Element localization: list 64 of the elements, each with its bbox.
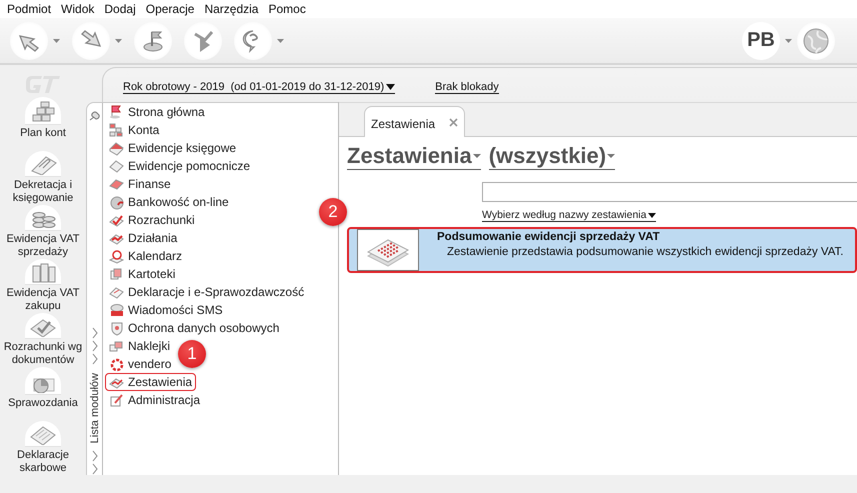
toolbar-button[interactable] xyxy=(184,22,222,60)
checkmark-icon xyxy=(109,212,124,228)
user-button[interactable]: PB xyxy=(742,22,780,60)
shortcut-label[interactable]: Dekretacja i księgowanie xyxy=(1,179,85,205)
caret-icon xyxy=(648,212,656,218)
report-description: Zestawienie przedstawia podsumowanie wszystkich ewidencji sprzedaży VAT. xyxy=(446,246,844,258)
caret-icon xyxy=(386,84,396,90)
edit-icon xyxy=(109,392,124,408)
shortcut-label[interactable]: Deklaracje skarbowe xyxy=(1,449,85,475)
module-item[interactable]: Kalendarz xyxy=(105,247,186,265)
book-icon xyxy=(109,158,124,174)
report-title: Podsumowanie ewidencji sprzedaży VAT xyxy=(437,231,661,243)
module-item[interactable]: Finanse xyxy=(105,175,175,193)
toolbar-button[interactable] xyxy=(234,22,272,60)
module-item[interactable]: Rozrachunki xyxy=(105,211,199,229)
toolbar-button[interactable] xyxy=(134,22,172,60)
module-item[interactable]: Strona główna xyxy=(105,103,209,121)
search-field[interactable] xyxy=(482,182,857,202)
globe-button[interactable] xyxy=(797,22,835,60)
book-icon xyxy=(109,140,124,156)
panel-title: Lista modułów xyxy=(88,373,100,444)
dropdown-heading[interactable]: Zestawienia xyxy=(347,143,481,170)
module-item[interactable]: Ewidencje pomocnicze xyxy=(105,157,254,175)
module-item[interactable]: Wiadomości SMS xyxy=(105,301,227,319)
module-item[interactable]: Zestawienia xyxy=(105,373,196,391)
flag-icon xyxy=(109,104,124,120)
module-item[interactable]: Konta xyxy=(105,121,164,139)
document-icon xyxy=(109,284,124,300)
shortcut-label[interactable]: Sprawozdania xyxy=(1,397,85,410)
shortcut-label[interactable]: Ewidencja VAT sprzedaży xyxy=(1,233,85,259)
module-item[interactable]: Ochrona danych osobowych xyxy=(105,319,284,337)
module-item[interactable]: Działania xyxy=(105,229,182,247)
card-icon xyxy=(109,176,124,192)
sort-link[interactable]: Wybierz według nazwy zestawienia xyxy=(482,209,656,222)
gear-icon xyxy=(109,356,124,372)
dropdown-heading[interactable]: (wszystkie) xyxy=(488,143,616,170)
labels-icon xyxy=(109,338,124,354)
shortcut-label[interactable]: Ewidencja VAT zakupu xyxy=(1,287,85,313)
caret-icon xyxy=(472,154,481,158)
module-item[interactable]: Naklejki xyxy=(105,337,174,355)
menu-item[interactable]: Widok xyxy=(56,2,100,16)
toolbar-button[interactable] xyxy=(10,22,48,60)
menu-item[interactable]: Narzędzia xyxy=(199,2,264,16)
module-item[interactable]: Administracja xyxy=(105,391,204,409)
module-item[interactable]: Deklaracje i e-Sprawozdawczość xyxy=(105,283,308,301)
module-item[interactable]: Bankowość on-line xyxy=(105,193,233,211)
module-item[interactable]: Kartoteki xyxy=(105,265,180,283)
menu-item[interactable]: Pomoc xyxy=(263,2,311,16)
report-row[interactable]: Podsumowanie ewidencji sprzedaży VAT Zestawienie przedstawia podsumowanie wszystkich ewidencji sprzedaży VAT. xyxy=(347,227,857,273)
fiscal-year-dropdown[interactable]: Rok obrotowy - 2019 (od 01-01-2019 do 31-12-2019) xyxy=(123,81,396,94)
blocks-icon xyxy=(109,122,124,138)
menu-item[interactable]: Operacje xyxy=(140,2,200,16)
menu-item[interactable]: Podmiot xyxy=(2,2,56,16)
module-item[interactable]: vendero xyxy=(105,355,176,373)
shield-icon xyxy=(109,320,124,336)
tab[interactable]: Zestawienia xyxy=(364,106,466,137)
shortcut-label[interactable]: Rozrachunki wg dokumentów xyxy=(1,341,85,367)
menu-item[interactable]: Dodaj xyxy=(99,2,141,16)
toolbar-button[interactable] xyxy=(72,22,110,60)
cards-icon xyxy=(109,266,124,282)
shortcut-label[interactable]: Plan kont xyxy=(1,127,85,140)
caret-icon xyxy=(607,154,616,158)
module-item[interactable]: Ewidencje księgowe xyxy=(105,139,240,157)
lock-link[interactable]: Brak blokady xyxy=(435,81,499,94)
